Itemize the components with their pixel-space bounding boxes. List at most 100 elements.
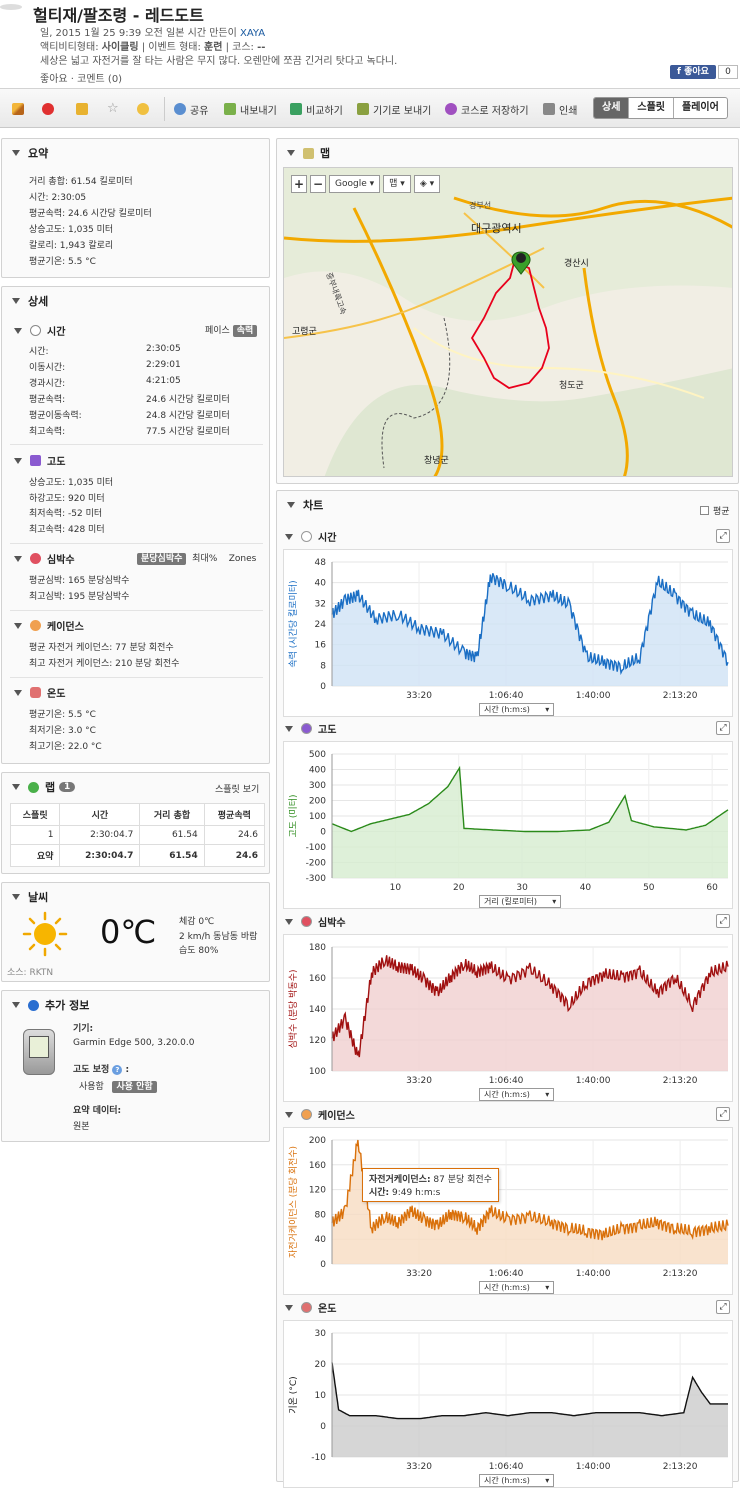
map-provider-select[interactable]: Google ▾ (329, 175, 381, 193)
extra-info-header[interactable]: 추가 정보 (12, 997, 89, 1013)
save-course-button[interactable]: 코스로 저장하기 (445, 100, 529, 118)
chart-section-header[interactable]: 심박수 (285, 914, 346, 929)
temp-section-header[interactable]: 온도 (14, 685, 65, 700)
elevation-section-header[interactable]: 고도 (14, 453, 65, 468)
expand-chart-button[interactable]: ⤢ (716, 1107, 730, 1121)
like-comment-link[interactable]: 좋아요 · 코멘트 (0) (40, 70, 122, 85)
col-header[interactable]: 스플릿 (9, 803, 61, 826)
speed-toggle[interactable]: 속력 (232, 325, 258, 337)
collapse-icon (12, 150, 20, 156)
chart-svg: 200 160 120 80 40 0 33:20 1:06:40 1:40:00 2:13:20… (288, 1136, 729, 1279)
expand-chart-button[interactable]: ⤢ (716, 529, 730, 543)
elevation-icon (30, 455, 41, 466)
col-header[interactable]: 거리 총합 (139, 803, 205, 826)
corr-on-option[interactable]: 사용함 (79, 1082, 104, 1092)
x-axis-select[interactable]: 시간 (h:m:s) ▾ (479, 1088, 555, 1101)
x-axis-select-label: 시간 (h:m:s) (484, 1090, 530, 1099)
chart-section-header[interactable]: 온도 (285, 1300, 336, 1315)
expand-icon: ⤢ (719, 723, 727, 733)
map-type-select[interactable]: 맵 ▾ (383, 175, 411, 193)
printer-icon (543, 103, 555, 115)
hr-section-header[interactable]: 심박수 (14, 551, 75, 566)
share-button[interactable]: 공유 (174, 100, 208, 118)
view-detail-tab[interactable]: 상세 (594, 98, 629, 118)
send-to-device-button[interactable]: 기기로 보내기 (357, 100, 431, 118)
y-tick-label: 180 (309, 943, 326, 953)
elev-ascent: 상승고도: 1,035 미터 (29, 478, 114, 488)
tooltip-key: 자전거케이던스: (369, 1175, 431, 1185)
average-checkbox[interactable] (700, 506, 709, 515)
delete-button[interactable] (42, 100, 58, 118)
favorite-button[interactable]: ☆ (107, 100, 123, 118)
privacy-button[interactable] (76, 100, 92, 118)
laps-header[interactable]: 랩 1 (12, 779, 76, 795)
help-icon[interactable]: ? (112, 1065, 123, 1075)
y-tick-label: 0 (320, 682, 326, 692)
page-title: 헐티재/팔조령 - 레드도트 (33, 6, 204, 25)
time-section-header[interactable]: 시간 (14, 323, 65, 338)
split-view-link[interactable]: 스플릿 보기 (215, 782, 259, 795)
x-axis-select[interactable]: 시간 (h:m:s) ▾ (479, 1474, 555, 1487)
x-axis-select[interactable]: 거리 (킬로미터) ▾ (479, 895, 562, 908)
cadence-section-header[interactable]: 케이던스 (14, 618, 84, 633)
col-header[interactable]: 시간 (59, 803, 141, 826)
cadence-icon (301, 1109, 312, 1120)
zoom-in-button[interactable]: + (291, 175, 307, 193)
expand-chart-button[interactable]: ⤢ (716, 1300, 730, 1314)
print-button[interactable]: 인쇄 (543, 100, 577, 118)
table-row[interactable]: 1 2:30:04.7 61.54 24.6 (9, 825, 266, 845)
edit-button[interactable] (12, 100, 28, 118)
x-axis-select[interactable]: 시간 (h:m:s) ▾ (479, 703, 555, 716)
x-axis-select[interactable]: 시간 (h:m:s) ▾ (479, 1281, 555, 1294)
chart-temp[interactable]: 30 20 10 0 -10 33:20 1:06:40 1:40:00 2:13:20 기온 (… (283, 1320, 733, 1488)
compare-button[interactable]: 비교하기 (290, 100, 343, 118)
device-value: Garmin Edge 500, 3.20.0.0 (73, 1038, 195, 1048)
layers-button[interactable]: ◈ ▾ (413, 175, 441, 193)
bpm-toggle[interactable]: 분당심박수 (137, 553, 187, 565)
max-percent-toggle[interactable]: 최대% (192, 554, 217, 564)
activity-meta: 일, 2015 1월 25 9:39 오전 일본 시간 만든이 XAYA (40, 24, 265, 39)
export-button[interactable]: 내보내기 (224, 100, 277, 118)
details-header[interactable]: 상세 (12, 293, 48, 309)
activity-description[interactable]: 세상은 넓고 자전거를 잘 타는 사람은 무지 많다. 오렌만에 쪼끔 긴거리 … (40, 52, 397, 67)
map-header[interactable]: 맵 (287, 145, 330, 161)
chart-hr[interactable]: 180 160 140 120 100 33:20 1:06:40 1:40:00 2:13:2… (283, 934, 733, 1102)
chart-speed[interactable]: 48 40 32 24 16 8 0 33:20 1:06:40 1:40:00 2:13:20 속력… (283, 549, 733, 717)
expand-icon: ⤢ (719, 1109, 727, 1119)
chart-elev[interactable]: 500 400 300 200 100 0 -100 -200 -300 10 20 30 40 50 60… (283, 741, 733, 909)
x-tick-label: 40 (580, 883, 592, 893)
corr-off-option[interactable]: 사용 안함 (112, 1081, 157, 1093)
pace-toggle[interactable]: 페이스 (205, 326, 230, 336)
collapse-icon (12, 784, 20, 790)
table-cell: 요약 (9, 844, 61, 867)
facebook-like-button[interactable]: f 좋아요 (670, 65, 716, 79)
summary-header[interactable]: 요약 (12, 145, 48, 161)
y-tick-label: 160 (309, 974, 326, 984)
tooltip-key: 시간: (369, 1188, 390, 1198)
col-header[interactable]: 평균속력 (203, 803, 266, 826)
badge-button[interactable] (137, 100, 153, 118)
expand-chart-button[interactable]: ⤢ (716, 914, 730, 928)
y-tick-label: 300 (309, 781, 326, 791)
average-toggle[interactable]: 평균 (700, 504, 730, 517)
weather-header[interactable]: 날씨 (12, 889, 48, 905)
cadence-avg: 평균 자전거 케이던스: 77 분당 회전수 (29, 643, 174, 653)
facebook-like-label: 좋아요 (684, 67, 709, 77)
series-area (332, 1140, 728, 1264)
chart-cad[interactable]: 200 160 120 80 40 0 33:20 1:06:40 1:40:00 2:13:20… (283, 1127, 733, 1295)
temp-max: 최고기온: 22.0 °C (29, 742, 102, 752)
view-splits-tab[interactable]: 스플릿 (628, 98, 673, 118)
chart-section-header[interactable]: 고도 (285, 721, 336, 736)
y-tick-label: -200 (306, 859, 327, 869)
charts-header[interactable]: 차트 (287, 497, 323, 513)
chart-section-header[interactable]: 케이던스 (285, 1107, 355, 1122)
x-tick-label: 2:13:20 (663, 1076, 698, 1086)
heart-icon (30, 553, 41, 564)
expand-chart-button[interactable]: ⤢ (716, 721, 730, 735)
view-player-tab[interactable]: 플레이어 (673, 98, 727, 118)
y-tick-label: 20 (315, 1360, 327, 1370)
zones-toggle[interactable]: Zones (229, 554, 257, 564)
chart-section-header[interactable]: 시간 (285, 529, 336, 544)
zoom-out-button[interactable]: − (310, 175, 326, 193)
map-view[interactable]: 대구광역시 경산시 고령군 청도군 창녕군 경부선 중부내륙고속 + − Goo… (283, 167, 733, 477)
